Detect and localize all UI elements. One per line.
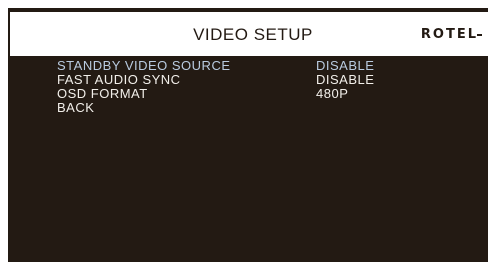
logo-mark-icon [477,33,482,36]
menu-item-fast-audio-sync[interactable]: FAST AUDIO SYNC DISABLE [57,73,477,87]
settings-menu: STANDBY VIDEO SOURCE DISABLE FAST AUDIO … [57,59,477,115]
menu-item-value: DISABLE [316,72,375,87]
menu-item-label: OSD FORMAT [57,86,148,101]
menu-item-value: 480P [316,86,349,101]
menu-item-back[interactable]: BACK [57,101,477,115]
osd-header: VIDEO SETUP ROTEL [10,12,488,56]
brand-logo: ROTEL [421,12,482,56]
menu-item-label: STANDBY VIDEO SOURCE [57,58,231,73]
menu-item-value: DISABLE [316,58,375,73]
menu-item-label: FAST AUDIO SYNC [57,72,181,87]
menu-item-standby-video-source[interactable]: STANDBY VIDEO SOURCE DISABLE [57,59,477,73]
osd-screen: VIDEO SETUP ROTEL STANDBY VIDEO SOURCE D… [8,8,488,262]
brand-logo-text: ROTEL [420,27,478,42]
page-title: VIDEO SETUP [193,25,313,44]
menu-item-label: BACK [57,100,95,115]
menu-item-osd-format[interactable]: OSD FORMAT 480P [57,87,477,101]
